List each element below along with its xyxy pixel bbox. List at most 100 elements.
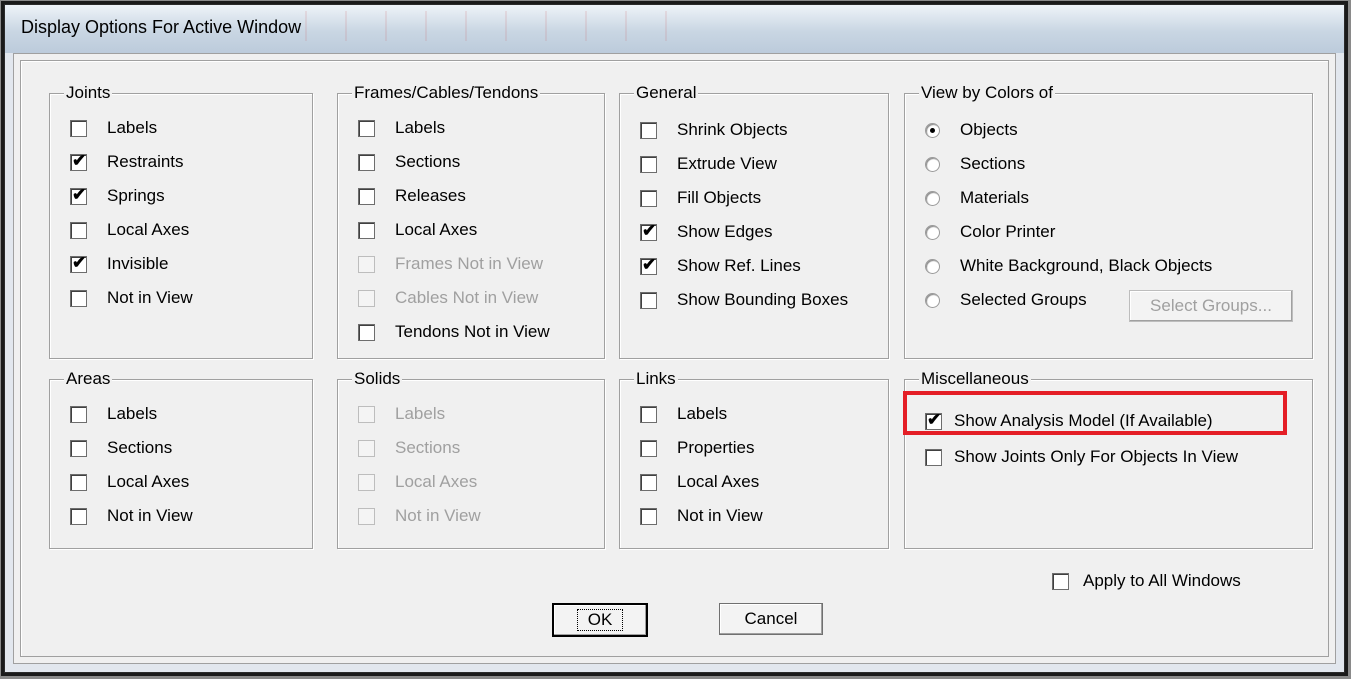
general-extrude-view-checkbox[interactable]: Extrude View [640, 152, 777, 176]
general-show-ref-lines-checkbox[interactable]: ✔ Show Ref. Lines [640, 254, 801, 278]
areas-not-in-view-checkbox[interactable]: Not in View [70, 504, 193, 528]
checkmark-icon: ✔ [72, 252, 87, 272]
radio-dot-icon [930, 127, 935, 133]
joints-invisible-checkbox[interactable]: ✔ Invisible [70, 252, 168, 276]
joints-item-label: Restraints [107, 152, 184, 171]
checkbox-box[interactable] [358, 119, 375, 137]
checkbox-box[interactable] [70, 221, 87, 239]
joints-item-label: Local Axes [107, 220, 190, 239]
color-objects-radio[interactable]: Objects [925, 118, 1018, 142]
misc-show-joints-only-for-objects-in-view-checkbox[interactable]: Show Joints Only For Objects In View [925, 445, 1238, 469]
radio-circle[interactable] [925, 156, 940, 172]
checkbox-box[interactable]: ✔ [70, 253, 87, 273]
color-option-label: White Background, Black Objects [960, 256, 1213, 275]
checkbox-box[interactable] [70, 405, 87, 423]
areas-group-label: Areas [64, 368, 113, 390]
frames-item-label: Local Axes [395, 220, 478, 239]
checkbox-box[interactable] [640, 473, 657, 491]
dialog-window: Display Options For Active Window Joints… [4, 4, 1345, 673]
joints-labels-checkbox[interactable]: Labels [70, 116, 157, 140]
radio-circle[interactable] [925, 122, 940, 138]
checkbox-box[interactable] [640, 155, 657, 173]
areas-group: Areas Labels Sections Local Axes Not in Vie… [49, 368, 313, 549]
color-materials-radio[interactable]: Materials [925, 186, 1029, 210]
checkbox-box[interactable] [640, 405, 657, 423]
apply-all-label: Apply to All Windows [1083, 571, 1241, 590]
checkbox-box [358, 507, 375, 525]
frames-releases-checkbox[interactable]: Releases [358, 184, 466, 208]
frames-local-axes-checkbox[interactable]: Local Axes [358, 218, 477, 242]
general-fill-objects-checkbox[interactable]: Fill Objects [640, 186, 761, 210]
areas-labels-checkbox[interactable]: Labels [70, 402, 157, 426]
general-item-label: Shrink Objects [677, 120, 788, 139]
frames-sections-checkbox[interactable]: Sections [358, 150, 460, 174]
checkbox-box[interactable] [358, 221, 375, 239]
checkbox-box[interactable] [1052, 572, 1069, 590]
areas-local-axes-checkbox[interactable]: Local Axes [70, 470, 189, 494]
radio-circle[interactable] [925, 224, 940, 240]
color-color-printer-radio[interactable]: Color Printer [925, 220, 1055, 244]
checkbox-box[interactable]: ✔ [640, 255, 657, 275]
checkmark-icon: ✔ [642, 220, 657, 240]
checkbox-box[interactable]: ✔ [70, 151, 87, 171]
frames-item-label: Frames Not in View [395, 254, 544, 273]
joints-not-in-view-checkbox[interactable]: Not in View [70, 286, 193, 310]
frames-item-label: Tendons Not in View [395, 322, 550, 341]
checkbox-box[interactable]: ✔ [70, 185, 87, 205]
general-show-edges-checkbox[interactable]: ✔ Show Edges [640, 220, 772, 244]
title-bar[interactable]: Display Options For Active Window [5, 5, 1344, 53]
checkbox-box[interactable] [640, 189, 657, 207]
frames-item-label: Labels [395, 118, 446, 137]
options-frame: Joints Labels ✔ Restraints ✔ Springs Local Ax… [20, 60, 1329, 657]
radio-circle[interactable] [925, 190, 940, 206]
misc-item-label: Show Joints Only For Objects In View [954, 447, 1239, 466]
links-properties-checkbox[interactable]: Properties [640, 436, 754, 460]
color-sections-radio[interactable]: Sections [925, 152, 1025, 176]
frames-group-label: Frames/Cables/Tendons [352, 82, 541, 104]
links-local-axes-checkbox[interactable]: Local Axes [640, 470, 759, 494]
radio-circle[interactable] [925, 258, 940, 274]
view-colors-group-label: View by Colors of [919, 82, 1055, 104]
checkbox-box[interactable] [70, 473, 87, 491]
links-item-label: Labels [677, 404, 728, 423]
color-selected-groups-radio[interactable]: Selected Groups [925, 288, 1087, 312]
joints-local-axes-checkbox[interactable]: Local Axes [70, 218, 189, 242]
ok-button[interactable]: OK [552, 603, 648, 637]
joints-springs-checkbox[interactable]: ✔ Springs [70, 184, 165, 208]
checkbox-box[interactable] [70, 119, 87, 137]
apply-all-checkbox[interactable]: Apply to All Windows [1052, 569, 1241, 593]
joints-restraints-checkbox[interactable]: ✔ Restraints [70, 150, 184, 174]
radio-circle[interactable] [925, 292, 940, 308]
general-shrink-objects-checkbox[interactable]: Shrink Objects [640, 118, 788, 142]
checkbox-box [358, 473, 375, 491]
checkbox-box[interactable] [640, 439, 657, 457]
checkbox-box[interactable] [358, 153, 375, 171]
checkbox-box[interactable] [640, 121, 657, 139]
checkbox-box[interactable]: ✔ [640, 221, 657, 241]
general-show-bounding-boxes-checkbox[interactable]: Show Bounding Boxes [640, 288, 848, 312]
checkbox-box[interactable] [70, 439, 87, 457]
frames-tendons-not-in-view-checkbox[interactable]: Tendons Not in View [358, 320, 550, 344]
areas-sections-checkbox[interactable]: Sections [70, 436, 172, 460]
cancel-button[interactable]: Cancel [719, 603, 823, 635]
checkbox-box[interactable] [640, 291, 657, 309]
general-item-label: Show Ref. Lines [677, 256, 801, 275]
frames-item-label: Releases [395, 186, 466, 205]
frames-labels-checkbox[interactable]: Labels [358, 116, 445, 140]
links-item-label: Properties [677, 438, 755, 457]
checkbox-box [358, 405, 375, 423]
checkbox-box[interactable] [925, 448, 942, 466]
links-labels-checkbox[interactable]: Labels [640, 402, 727, 426]
color-white-background-black-objects-radio[interactable]: White Background, Black Objects [925, 254, 1212, 278]
general-item-label: Show Edges [677, 222, 773, 241]
frames-group: Frames/Cables/Tendons Labels Sections Rele… [337, 82, 605, 359]
checkbox-box[interactable] [70, 289, 87, 307]
links-not-in-view-checkbox[interactable]: Not in View [640, 504, 763, 528]
checkbox-box[interactable] [358, 187, 375, 205]
frames-frames-not-in-view-checkbox: Frames Not in View [358, 252, 543, 276]
highlight-box [903, 391, 1287, 435]
solids-group: Solids Labels Sections Local Axes Not in Vi… [337, 368, 605, 549]
checkbox-box[interactable] [70, 507, 87, 525]
checkbox-box[interactable] [640, 507, 657, 525]
checkbox-box[interactable] [358, 323, 375, 341]
